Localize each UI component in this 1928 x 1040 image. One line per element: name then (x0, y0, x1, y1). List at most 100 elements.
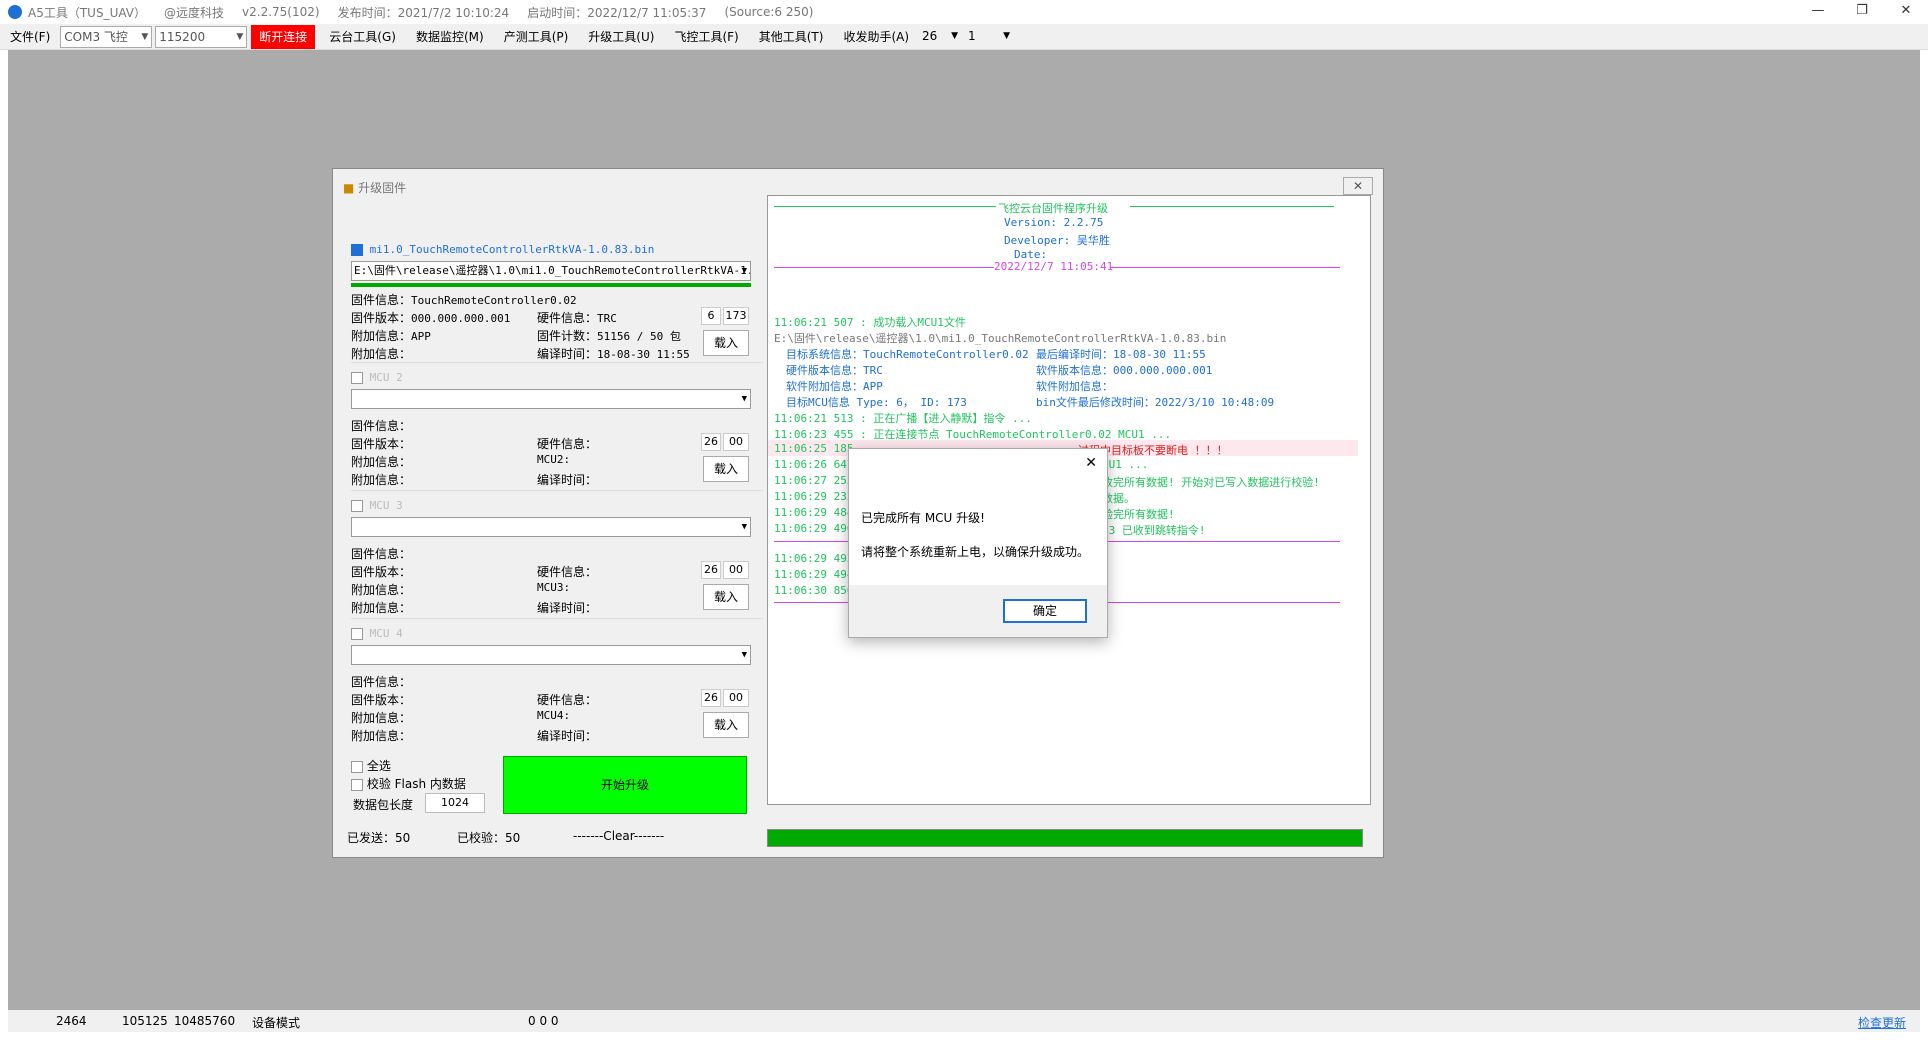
log-line: 11:06:21 507 : 成功载入MCU1文件 (774, 316, 966, 329)
mcu3-type-field[interactable]: 26 (701, 561, 721, 579)
mcu3-checkbox[interactable]: MCU 3 (351, 499, 403, 512)
packet-length-label: 数据包长度 (353, 798, 414, 812)
log-line: 软件附加信息： (1036, 380, 1113, 393)
chevron-down-icon: ▼ (741, 650, 747, 660)
menu-flight-control-tools[interactable]: 飞控工具(F) (664, 25, 748, 49)
mcu1-panel: mi1.0_TouchRemoteControllerRtkVA-1.0.83.… (351, 239, 763, 363)
chevron-down-icon: ▼ (951, 30, 959, 41)
firmware-icon: ■ (343, 181, 355, 195)
menu-gimbal-tools[interactable]: 云台工具(G) (319, 25, 406, 49)
mcu4-type-field[interactable]: 26 (701, 689, 721, 707)
mcu1-count: 固件计数：51156 / 50 包 (537, 329, 681, 343)
upgrade-progress-bar (767, 829, 1363, 847)
mcu4-id-field[interactable]: 00 (723, 689, 749, 707)
dialog-title: ■ 升级固件 (343, 181, 407, 195)
minimize-icon[interactable]: — (1796, 0, 1840, 24)
mcu4-panel: MCU 4 ▼ 固件信息： 固件版本： 附加信息： 附加信息： 硬件信息： MC… (351, 623, 763, 747)
mcu1-progress (351, 283, 751, 287)
mcu3-id-field[interactable]: 00 (723, 561, 749, 579)
mcu2-checkbox[interactable]: MCU 2 (351, 371, 403, 384)
mcu4-path-select[interactable]: ▼ (351, 645, 751, 665)
chevron-down-icon: ▼ (741, 394, 747, 404)
mcu1-addinfo: 附加信息：APP (351, 329, 431, 343)
com-port-select[interactable]: COM3 飞控 ▼ (60, 25, 153, 48)
check-update-link[interactable]: 检查更新 (1858, 1014, 1906, 1031)
mcu4-hw: 硬件信息： (537, 693, 598, 707)
close-icon[interactable]: ✕ (1884, 0, 1928, 24)
ok-button[interactable]: 确定 (1003, 599, 1087, 623)
log-line: 软件版本信息：000.000.000.001 (1036, 364, 1213, 377)
log-line: bin文件最后修改时间：2022/3/10 10:48:09 (1036, 396, 1275, 409)
mcu4-compile: 编译时间： (537, 729, 598, 743)
log-line: CU1 ... (1102, 458, 1149, 471)
menu-production-tools[interactable]: 产测工具(P) (494, 25, 579, 49)
source-info: (Source:6 250) (724, 5, 814, 19)
mcu1-compile: 编译时间：18-08-30 11:55 (537, 347, 690, 361)
mcu1-hw: 硬件信息：TRC (537, 311, 617, 325)
app-title: A5工具（TUS_UAV） (28, 5, 147, 20)
select-all-checkbox[interactable]: 全选 (351, 757, 391, 774)
mcu2-path-select[interactable]: ▼ (351, 389, 751, 409)
mcu1-checkbox[interactable]: mi1.0_TouchRemoteControllerRtkVA-1.0.83.… (351, 243, 654, 256)
checkbox-icon (351, 372, 363, 384)
menu-data-monitor[interactable]: 数据监控(M) (406, 25, 494, 49)
mcu3-path-select[interactable]: ▼ (351, 517, 751, 537)
checkbox-icon (351, 628, 363, 640)
chevron-down-icon: ▼ (741, 266, 747, 276)
messagebox-close-icon[interactable]: ✕ (1085, 455, 1097, 471)
restore-icon[interactable]: ❐ (1840, 0, 1884, 24)
mcu1-version: 固件版本：000.000.000.001 (351, 311, 511, 325)
mcu4-version: 固件版本： (351, 693, 412, 707)
mcu3-load-button[interactable]: 载入 (703, 584, 749, 610)
mcu2-compile: 编译时间： (537, 473, 598, 487)
mcu4-label: MCU4: (537, 709, 571, 722)
menu-file[interactable]: 文件(F) (0, 25, 60, 49)
disconnect-button[interactable]: 断开连接 (251, 24, 316, 49)
mcu2-addinfo2: 附加信息： (351, 473, 412, 487)
clear-log-link[interactable]: -------Clear------- (573, 829, 664, 843)
start-upgrade-button[interactable]: 开始升级 (503, 756, 747, 814)
company-name: @远度科技 (164, 5, 225, 20)
chevron-down-icon: ▼ (141, 31, 149, 42)
log-line: 11:06:29 493 (774, 552, 854, 565)
chevron-down-icon: ▼ (236, 31, 244, 42)
status-counters: 0 0 0 (528, 1014, 559, 1028)
menu-other-tools[interactable]: 其他工具(T) (749, 25, 834, 49)
dialog-close-button[interactable]: ✕ (1343, 177, 1373, 195)
message-line-2: 请将整个系统重新上电，以确保升级成功。 (861, 545, 1090, 559)
channel-select[interactable]: 26 ▼ (919, 26, 961, 48)
menu-upgrade-tools[interactable]: 升级工具(U) (578, 25, 664, 49)
log-line: 11:06:29 484 (774, 506, 854, 519)
mcu1-load-button[interactable]: 载入 (703, 330, 749, 356)
chevron-down-icon: ▼ (741, 522, 747, 532)
log-line: 73 已收到跳转指令! (1102, 524, 1206, 537)
release-time: 发布时间：2021/7/2 10:10:24 (337, 5, 510, 20)
packet-length-input[interactable]: 1024 (425, 793, 485, 813)
mcu4-load-button[interactable]: 载入 (703, 712, 749, 738)
mcu1-path-select[interactable]: E:\固件\release\遥控器\1.0\mi1.0_TouchRemoteC… (351, 261, 751, 281)
verified-count: 已校验：50 (457, 831, 521, 845)
baud-rate-select[interactable]: 115200 ▼ (155, 25, 248, 48)
log-line: 11:06:27 255 (774, 474, 854, 487)
mcu2-load-button[interactable]: 载入 (703, 456, 749, 482)
mcu3-addinfo2: 附加信息： (351, 601, 412, 615)
mcu3-label: MCU3: (537, 581, 571, 594)
index-select[interactable]: 1 ▼ (965, 26, 1013, 48)
status-value-b: 105125 (122, 1014, 168, 1028)
status-bar: 2464 105125 10485760 设备模式 0 0 0 检查更新 (8, 1010, 1920, 1032)
menu-transceiver-assistant[interactable]: 收发助手(A) (833, 25, 919, 49)
mcu2-version: 固件版本： (351, 437, 412, 451)
log-developer: Developer: 吴华胜 (1004, 234, 1110, 247)
log-line: 11:06:30 856 (774, 584, 854, 597)
mcu1-id-field[interactable]: 173 (723, 307, 749, 325)
mcu2-id-field[interactable]: 00 (723, 433, 749, 451)
mcu2-type-field[interactable]: 26 (701, 433, 721, 451)
log-line: 11:06:25 185 (774, 442, 854, 455)
mcu3-hw: 硬件信息： (537, 565, 598, 579)
mcu4-addinfo2: 附加信息： (351, 729, 412, 743)
verify-flash-checkbox[interactable]: 校验 Flash 内数据 (351, 775, 466, 792)
mcu4-checkbox[interactable]: MCU 4 (351, 627, 403, 640)
status-value-a: 2464 (56, 1014, 87, 1028)
mcu1-type-field[interactable]: 6 (701, 307, 721, 325)
mcu4-info: 固件信息： (351, 675, 412, 689)
